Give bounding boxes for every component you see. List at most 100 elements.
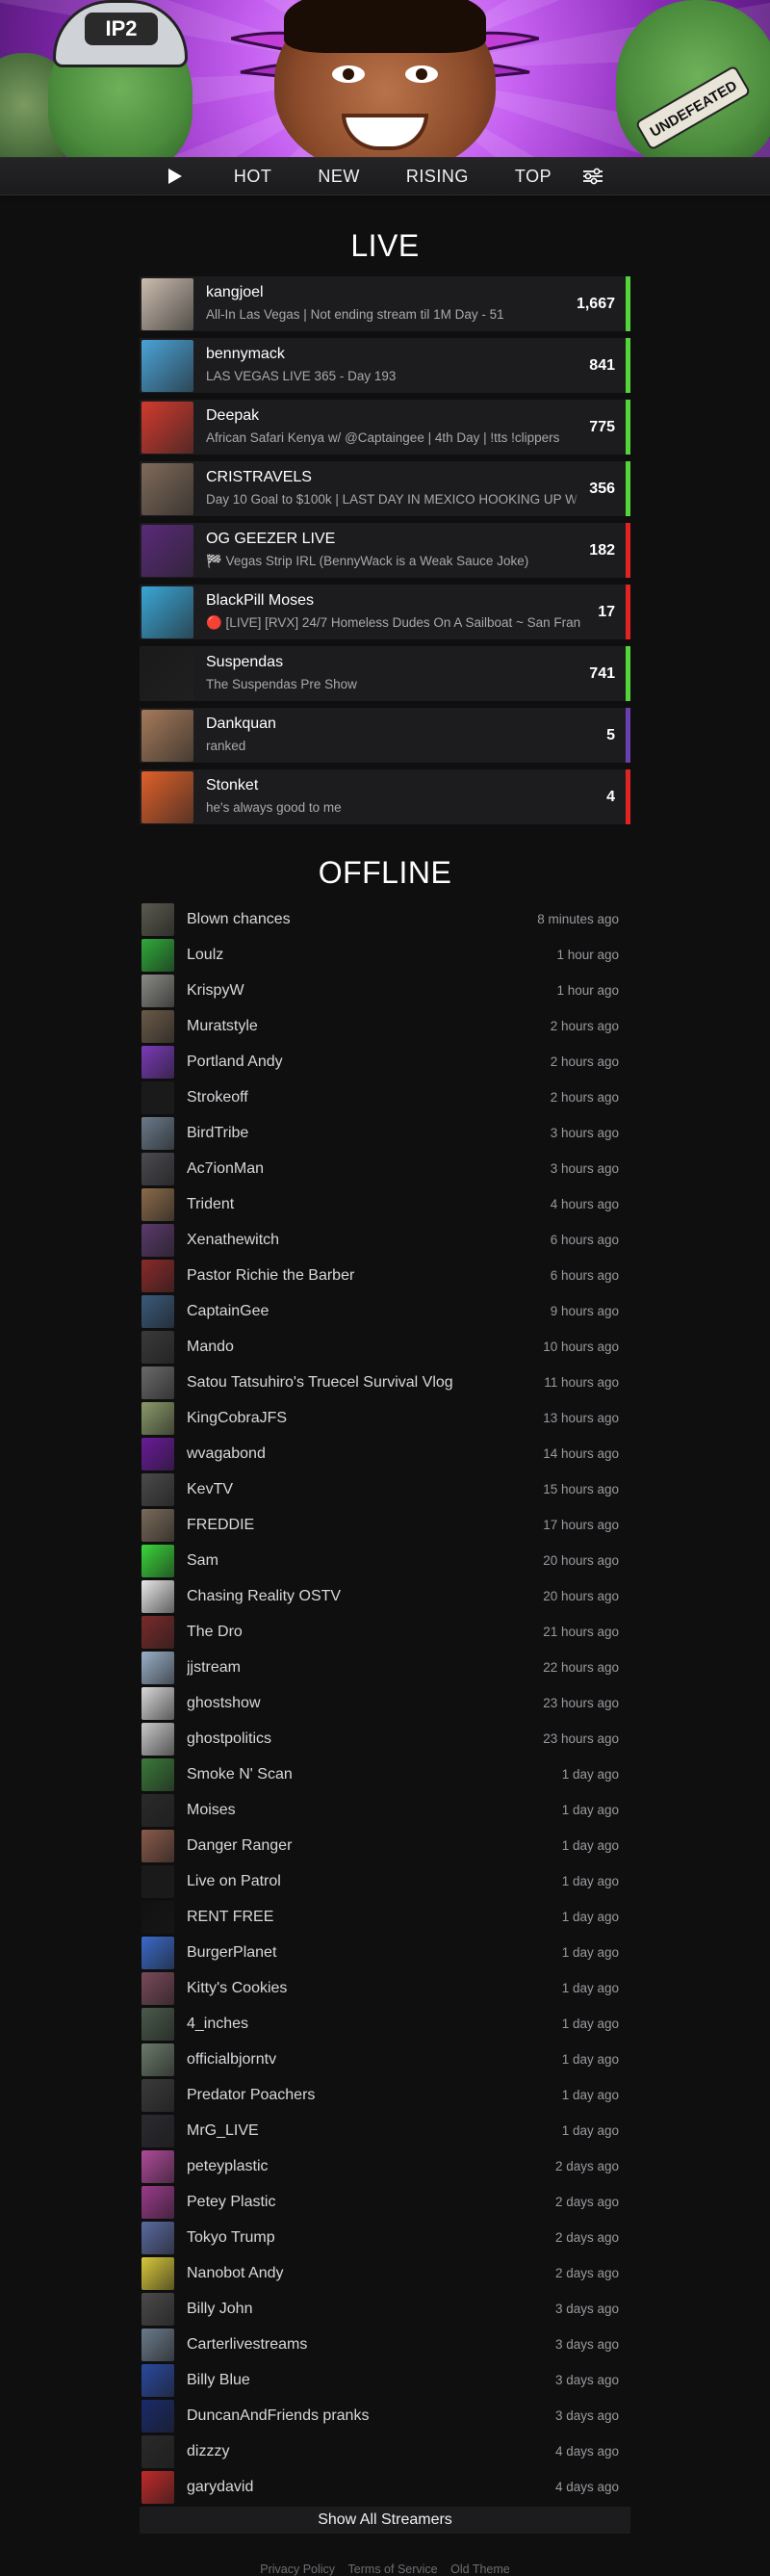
streamer-name: Muratstyle (187, 1017, 258, 1034)
last-live-time: 4 days ago (554, 2480, 619, 2494)
terms-of-service-link[interactable]: Terms of Service (348, 2563, 438, 2576)
offline-streamer-row[interactable]: CaptainGee 9 hours ago (140, 1293, 630, 1329)
offline-streamer-row[interactable]: Live on Patrol 1 day ago (140, 1863, 630, 1899)
offline-streamer-row[interactable]: jjstream 22 hours ago (140, 1650, 630, 1685)
live-stream-row[interactable]: Deepak African Safari Kenya w/ @Captainge… (140, 400, 630, 455)
offline-streamer-row[interactable]: Kitty's Cookies 1 day ago (140, 1970, 630, 2006)
sort-nav: HOT NEW RISING TOP (0, 157, 770, 195)
streamer-name: Nanobot Andy (187, 2264, 284, 2281)
avatar (141, 647, 193, 700)
avatar (141, 1080, 174, 1114)
offline-streamer-row[interactable]: peteyplastic 2 days ago (140, 2148, 630, 2184)
offline-streamer-row[interactable]: 4_inches 1 day ago (140, 2006, 630, 2042)
offline-streamer-row[interactable]: Ac7ionMan 3 hours ago (140, 1151, 630, 1186)
live-stream-row[interactable]: BlackPill Moses 🔴 [LIVE] [RVX] 24/7 Homel… (140, 585, 630, 639)
offline-streamer-row[interactable]: Moises 1 day ago (140, 1792, 630, 1828)
viewer-count: 182 (572, 523, 615, 578)
offline-streamer-row[interactable]: ghostpolitics 23 hours ago (140, 1721, 630, 1756)
offline-streamer-row[interactable]: Trident 4 hours ago (140, 1186, 630, 1222)
viewer-count: 775 (572, 400, 615, 455)
offline-streamer-row[interactable]: The Dro 21 hours ago (140, 1614, 630, 1650)
nav-hot[interactable]: HOT (234, 167, 272, 187)
offline-streamer-row[interactable]: DuncanAndFriends pranks 3 days ago (140, 2398, 630, 2433)
avatar (141, 770, 193, 823)
live-stream-row[interactable]: OG GEEZER LIVE 🏁 Vegas Strip IRL (BennyWa… (140, 523, 630, 578)
offline-streamer-row[interactable]: BurgerPlanet 1 day ago (140, 1935, 630, 1970)
avatar (141, 1722, 174, 1756)
viewer-count: 841 (572, 338, 615, 393)
live-stream-row[interactable]: bennymack LAS VEGAS LIVE 365 - Day 193 841 (140, 338, 630, 393)
avatar (141, 1009, 174, 1043)
live-stream-row[interactable]: CRISTRAVELS Day 10 Goal to $100k | LAST D… (140, 461, 630, 516)
avatar (141, 1187, 174, 1221)
offline-streamer-row[interactable]: MrG_LIVE 1 day ago (140, 2113, 630, 2148)
avatar (141, 2292, 174, 2326)
offline-streamer-row[interactable]: Predator Poachers 1 day ago (140, 2077, 630, 2113)
live-stream-row[interactable]: kangjoel All-In Las Vegas | Not ending st… (140, 276, 630, 331)
offline-streamer-row[interactable]: Tokyo Trump 2 days ago (140, 2220, 630, 2255)
offline-streamer-row[interactable]: BirdTribe 3 hours ago (140, 1115, 630, 1151)
sliders-icon[interactable] (582, 168, 603, 185)
last-live-time: 17 hours ago (543, 1518, 619, 1532)
offline-streamer-row[interactable]: Petey Plastic 2 days ago (140, 2184, 630, 2220)
show-all-streamers-button[interactable]: Show All Streamers (140, 2507, 630, 2534)
offline-streamer-row[interactable]: Loulz 1 hour ago (140, 937, 630, 973)
offline-streamer-row[interactable]: KingCobraJFS 13 hours ago (140, 1400, 630, 1436)
avatar (141, 2399, 174, 2433)
avatar (141, 902, 174, 936)
offline-streamer-row[interactable]: KrispyW 1 hour ago (140, 973, 630, 1008)
offline-streamer-row[interactable]: Billy John 3 days ago (140, 2291, 630, 2327)
streamer-name: Mando (187, 1338, 234, 1355)
avatar (141, 1437, 174, 1470)
streamer-name: OG GEEZER LIVE (206, 531, 336, 547)
offline-streamer-row[interactable]: Xenathewitch 6 hours ago (140, 1222, 630, 1258)
offline-streamer-row[interactable]: Danger Ranger 1 day ago (140, 1828, 630, 1863)
offline-streamer-row[interactable]: officialbjorntv 1 day ago (140, 2042, 630, 2077)
privacy-policy-link[interactable]: Privacy Policy (260, 2563, 335, 2576)
avatar (141, 1864, 174, 1898)
offline-streamer-row[interactable]: Smoke N' Scan 1 day ago (140, 1756, 630, 1792)
last-live-time: 1 hour ago (556, 983, 619, 998)
offline-streamer-row[interactable]: Strokeoff 2 hours ago (140, 1080, 630, 1115)
offline-streamer-row[interactable]: Chasing Reality OSTV 20 hours ago (140, 1578, 630, 1614)
streamer-name: Live on Patrol (187, 1872, 281, 1889)
offline-streamer-row[interactable]: RENT FREE 1 day ago (140, 1899, 630, 1935)
avatar (141, 1651, 174, 1684)
offline-streamer-row[interactable]: garydavid 4 days ago (140, 2469, 630, 2505)
streamer-name: CaptainGee (187, 1302, 270, 1319)
live-stream-row[interactable]: Stonket he's always good to me 4 (140, 769, 630, 824)
live-stream-row[interactable]: Suspendas The Suspendas Pre Show 741 (140, 646, 630, 701)
old-theme-link[interactable]: Old Theme (450, 2563, 510, 2576)
offline-streamer-row[interactable]: Mando 10 hours ago (140, 1329, 630, 1365)
live-stream-row[interactable]: Dankquan ranked 5 (140, 708, 630, 763)
play-icon[interactable] (167, 168, 184, 185)
offline-streamer-row[interactable]: ghostshow 23 hours ago (140, 1685, 630, 1721)
nav-rising[interactable]: RISING (406, 167, 469, 187)
avatar (141, 2221, 174, 2254)
offline-streamer-row[interactable]: wvagabond 14 hours ago (140, 1436, 630, 1471)
streamer-name: Trident (187, 1195, 235, 1212)
offline-streamer-row[interactable]: Nanobot Andy 2 days ago (140, 2255, 630, 2291)
offline-streamer-row[interactable]: KevTV 15 hours ago (140, 1471, 630, 1507)
offline-streamer-row[interactable]: FREDDIE 17 hours ago (140, 1507, 630, 1543)
last-live-time: 1 day ago (561, 1874, 619, 1888)
avatar (141, 2256, 174, 2290)
offline-streamer-row[interactable]: Billy Blue 3 days ago (140, 2362, 630, 2398)
streamer-name: KrispyW (187, 981, 244, 999)
offline-streamer-row[interactable]: Muratstyle 2 hours ago (140, 1008, 630, 1044)
last-live-time: 13 hours ago (543, 1411, 619, 1425)
streamer-name: Danger Ranger (187, 1836, 293, 1854)
last-live-time: 3 hours ago (550, 1161, 619, 1176)
offline-streamer-row[interactable]: Pastor Richie the Barber 6 hours ago (140, 1258, 630, 1293)
offline-streamer-row[interactable]: Portland Andy 2 hours ago (140, 1044, 630, 1080)
nav-new[interactable]: NEW (318, 167, 360, 187)
offline-streamer-row[interactable]: dizzzy 4 days ago (140, 2433, 630, 2469)
avatar (141, 2114, 174, 2147)
status-bar (626, 400, 630, 455)
streamer-name: 4_inches (187, 2015, 249, 2032)
offline-streamer-row[interactable]: Carterlivestreams 3 days ago (140, 2327, 630, 2362)
offline-streamer-row[interactable]: Satou Tatsuhiro's Truecel Survival Vlog 1… (140, 1365, 630, 1400)
offline-streamer-row[interactable]: Sam 20 hours ago (140, 1543, 630, 1578)
offline-streamer-row[interactable]: Blown chances 8 minutes ago (140, 901, 630, 937)
nav-top[interactable]: TOP (515, 167, 552, 187)
